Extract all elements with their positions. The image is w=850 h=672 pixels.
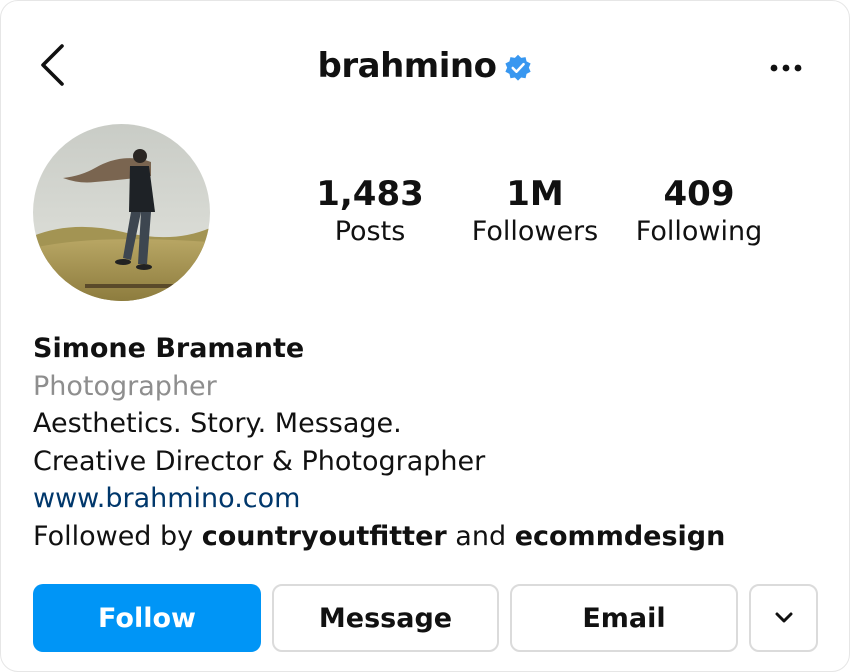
category-label: Photographer	[33, 370, 217, 402]
bio-line-2: Creative Director & Photographer	[33, 445, 486, 477]
avatar-photo	[33, 124, 210, 301]
posts-label: Posts	[334, 216, 406, 247]
stat-followers[interactable]: 1M Followers	[455, 174, 615, 250]
email-button[interactable]: Email	[510, 584, 738, 652]
followed-by-prefix: Followed by	[33, 520, 194, 552]
message-button[interactable]: Message	[272, 584, 499, 652]
posts-count: 1,483	[316, 174, 424, 214]
followed-by-user-1[interactable]: countryoutfitter	[202, 521, 447, 552]
follow-button[interactable]: Follow	[33, 584, 261, 652]
chevron-down-icon	[775, 612, 792, 623]
followed-by-user-2[interactable]: ecommdesign	[515, 521, 726, 552]
following-count: 409	[663, 174, 735, 214]
profile-avatar[interactable]	[33, 124, 210, 301]
followers-label: Followers	[471, 216, 599, 247]
followed-by: Followed by countryoutfitter and ecommde…	[33, 518, 813, 556]
profile-header: brahmino	[0, 30, 850, 106]
bio-line-1: Aesthetics. Story. Message.	[33, 408, 402, 439]
followers-count: 1M	[506, 174, 564, 214]
verified-badge-icon	[505, 54, 532, 81]
following-label: Following	[635, 216, 763, 247]
profile-actions: Follow Message Email	[0, 584, 850, 654]
more-options-button[interactable]	[760, 48, 812, 88]
more-horizontal-icon	[770, 64, 802, 72]
display-name: Simone Bramante	[33, 333, 305, 364]
website-link[interactable]: www.brahmino.com	[33, 480, 813, 518]
profile-bio: Simone Bramante Photographer Aesthetics.…	[33, 330, 813, 555]
suggested-dropdown-button[interactable]	[749, 584, 818, 652]
stat-posts[interactable]: 1,483 Posts	[290, 174, 450, 250]
followed-by-and: and	[455, 520, 507, 552]
profile-username: brahmino	[317, 46, 497, 86]
stat-following[interactable]: 409 Following	[619, 174, 779, 250]
title-wrap: brahmino	[0, 46, 850, 86]
